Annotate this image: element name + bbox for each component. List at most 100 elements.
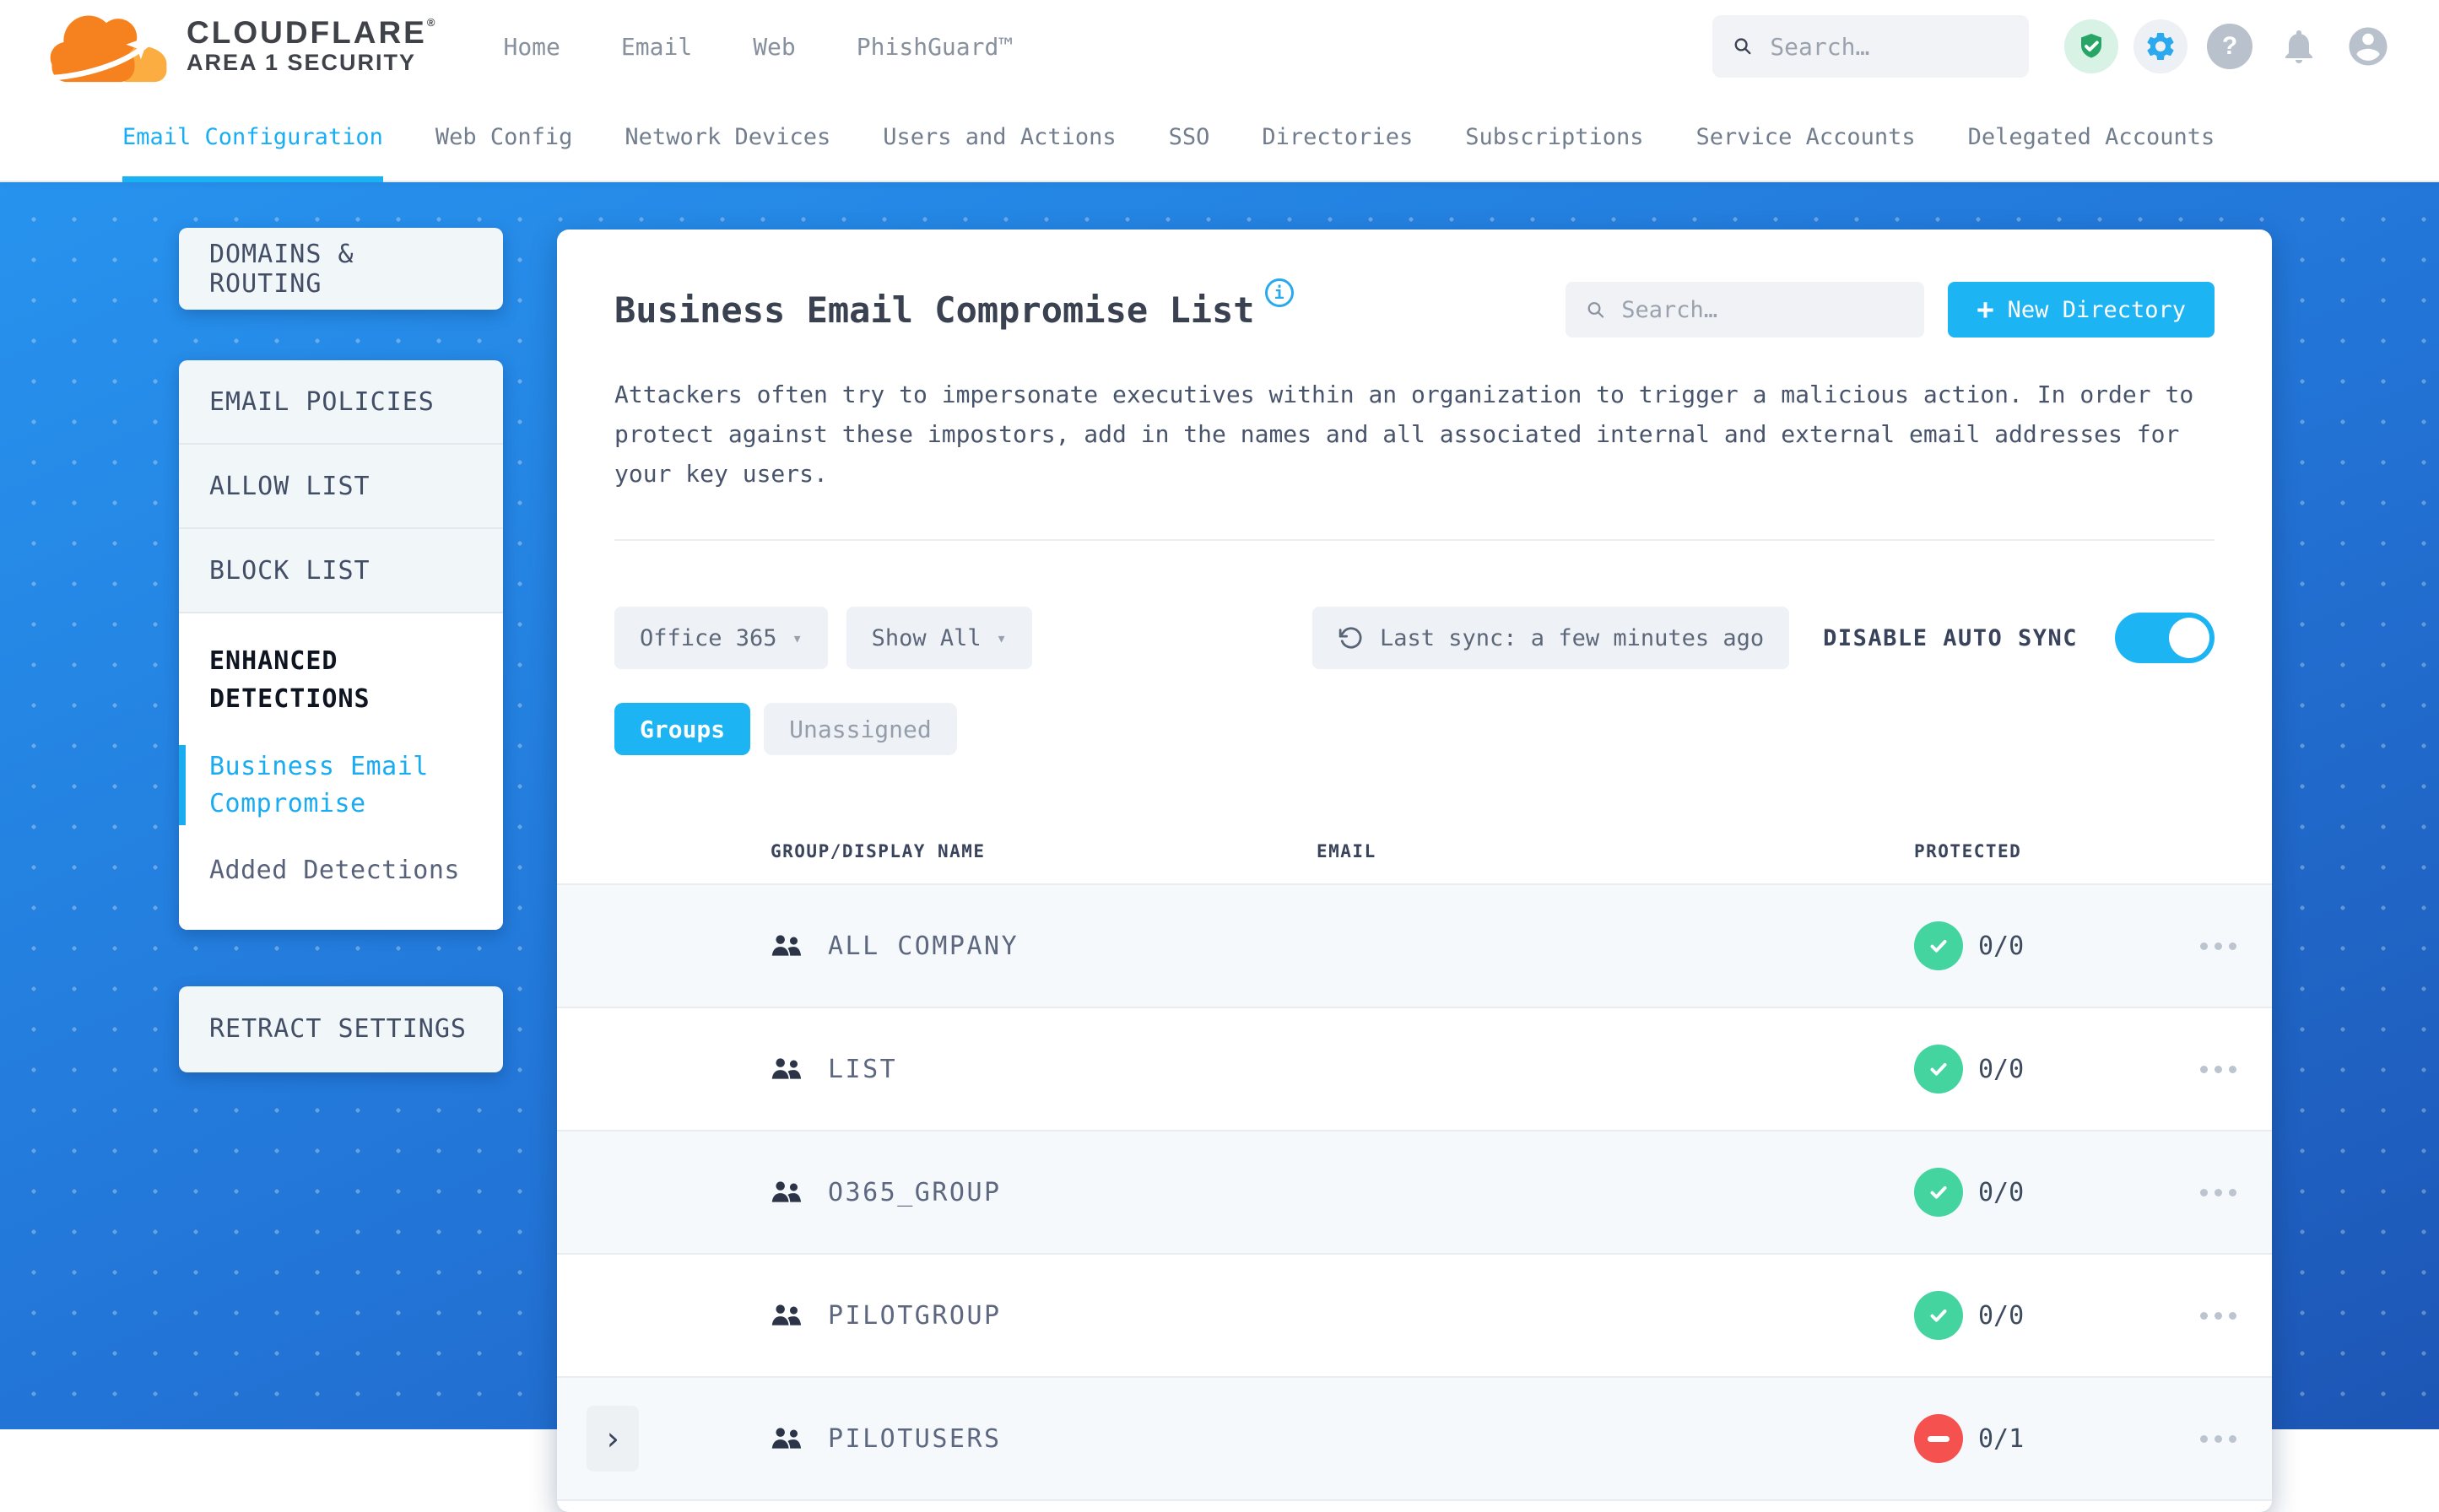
user-account-icon[interactable] [2341,19,2395,73]
group-icon [771,1057,802,1079]
toggle-knob [2169,618,2209,658]
subnav-item[interactable]: SSO [1169,93,1210,181]
check-icon [1930,1186,1947,1199]
page-description: Attackers often try to impersonate execu… [614,381,2194,488]
protected-count: 0/0 [1978,1177,2025,1207]
brand-trademark: ® [426,16,438,30]
header-nav-item[interactable]: PhishGuard™ [857,33,1013,61]
header-nav-item[interactable]: Email [621,33,692,61]
new-directory-label: New Directory [2007,296,2186,323]
subnav-item[interactable]: Users and Actions [883,93,1116,181]
cloudflare-logo[interactable]: CLOUDFLARE® AREA 1 SECURITY [46,8,437,84]
group-icon [771,1180,802,1202]
group-name[interactable]: PILOTGROUP [828,1301,1002,1331]
filter-row: Office 365 ▾ Show All ▾ Last sync: a few… [614,607,2215,669]
config-subnav: Email Configuration Web Config Network Dev… [0,93,2439,182]
chevron-down-icon: ▾ [996,628,1007,648]
row-menu-cell [2165,1057,2272,1082]
sidebar-item[interactable]: ALLOW LIST [179,445,503,529]
minus-icon [1928,1435,1950,1442]
settings-gear-icon[interactable] [2133,19,2188,73]
sidebar-item[interactable]: BLOCK LIST [179,529,503,613]
row-menu-button[interactable] [2192,934,2245,958]
group-name[interactable]: O365_GROUP [828,1178,1002,1207]
search-icon [1587,301,1604,318]
show-filter-value: Show All [871,624,982,651]
table-row: › ALL COMPANY 0/0 [557,885,2272,1008]
groups-table: GROUP/DISPLAY NAME EMAIL PROTECTED › ALL… [557,811,2272,1501]
protected-count: 0/0 [1978,931,2025,961]
protected-status-icon [1914,1291,1963,1340]
header-nav-item[interactable]: Home [503,33,560,61]
group-icon [771,1427,802,1449]
table-row: › O365_GROUP 0/0 [557,1131,2272,1255]
list-search-input[interactable] [1620,295,1905,324]
protected-status-icon [1914,1045,1963,1094]
column-header-protected: PROTECTED [1914,841,2022,861]
table-row: › PILOTUSERS 0/1 [557,1378,2272,1501]
expand-row-button[interactable]: › [587,1406,639,1472]
subnav-item[interactable]: Directories [1262,93,1413,181]
sidebar-item[interactable]: EMAIL POLICIES [179,360,503,445]
subnav-item[interactable]: Email Configuration [122,93,383,182]
subnav-item[interactable]: Delegated Accounts [1968,93,2215,181]
row-name-cell: ALL COMPANY [771,932,1317,961]
protected-count: 0/0 [1978,1054,2025,1084]
group-icon [771,934,802,956]
subnav-item[interactable]: Web Config [435,93,573,181]
sidebar-item-retract-settings[interactable]: RETRACT SETTINGS [179,986,503,1072]
sidebar-item-enhanced-detections[interactable]: ENHANCED DETECTIONS [209,642,473,718]
column-header-group-name: GROUP/DISPLAY NAME [771,841,986,861]
last-sync-button[interactable]: Last sync: a few minutes ago [1312,607,1790,669]
table-header: GROUP/DISPLAY NAME EMAIL PROTECTED [557,811,2272,885]
group-name[interactable]: ALL COMPANY [828,932,1019,961]
subnav-item[interactable]: Service Accounts [1696,93,1916,181]
sidebar-subitem[interactable]: Added Detections [209,852,473,889]
group-filter-tab[interactable]: Unassigned [764,703,957,755]
row-menu-button[interactable] [2192,1057,2245,1082]
group-name[interactable]: LIST [828,1055,897,1084]
subnav-item[interactable]: Subscriptions [1465,93,1643,181]
search-icon [1734,38,1751,55]
row-menu-cell [2165,934,2272,958]
sidebar-policies-card: EMAIL POLICIES ALLOW LIST BLOCK LIST ENHAN… [179,360,503,930]
header-nav-item[interactable]: Web [753,33,796,61]
group-name[interactable]: PILOTUSERS [828,1424,1002,1454]
list-search [1566,282,1925,338]
row-menu-button[interactable] [2192,1180,2245,1205]
header-search-input[interactable] [1768,31,2009,62]
row-name-cell: LIST [771,1055,1317,1084]
auto-sync-toggle[interactable] [2115,613,2215,663]
sidebar-subitem-label: Business Email Compromise [209,752,429,818]
sidebar-policy-list: EMAIL POLICIES ALLOW LIST BLOCK LIST [179,360,503,613]
check-icon [1930,1063,1947,1076]
row-protected-cell: 0/0 [1914,1168,2165,1217]
info-icon[interactable]: i [1264,278,1294,307]
group-filter-tab[interactable]: Groups [614,703,751,755]
row-expand-cell: › [557,913,771,979]
sidebar-section-enhanced-detections: ENHANCED DETECTIONS Business Email Compr… [179,613,503,930]
logo-text: CLOUDFLARE® AREA 1 SECURITY [187,15,438,76]
sidebar-item-domains-routing[interactable]: DOMAINS & ROUTING [179,228,503,310]
sidebar: DOMAINS & ROUTING EMAIL POLICIES ALLOW LI… [179,228,503,1072]
new-directory-button[interactable]: + New Directory [1948,282,2215,338]
protected-count: 0/0 [1978,1300,2025,1331]
subnav-item[interactable]: Network Devices [625,93,830,181]
row-menu-button[interactable] [2192,1304,2245,1328]
notifications-bell-icon[interactable] [2272,19,2326,73]
directory-type-dropdown[interactable]: Office 365 ▾ [614,607,828,669]
title-row: Business Email Compromise List i + New D… [614,230,2215,338]
brand-name: CLOUDFLARE [187,15,427,51]
help-icon[interactable]: ? [2203,19,2257,73]
protected-status-icon [1914,921,1963,970]
shield-check-icon[interactable] [2064,19,2118,73]
last-sync-text: Last sync: a few minutes ago [1380,624,1765,651]
sidebar-subitem[interactable]: Business Email Compromise [179,745,473,825]
directory-type-value: Office 365 [640,624,777,651]
row-menu-button[interactable] [2192,1427,2245,1451]
table-body: › ALL COMPANY 0/0 [557,885,2272,1501]
header-icons: ? [2064,19,2395,73]
show-filter-dropdown[interactable]: Show All ▾ [846,607,1032,669]
page-content: DOMAINS & ROUTING EMAIL POLICIES ALLOW LI… [0,182,2439,1512]
header-nav: Home Email Web PhishGuard™ [503,33,1013,61]
